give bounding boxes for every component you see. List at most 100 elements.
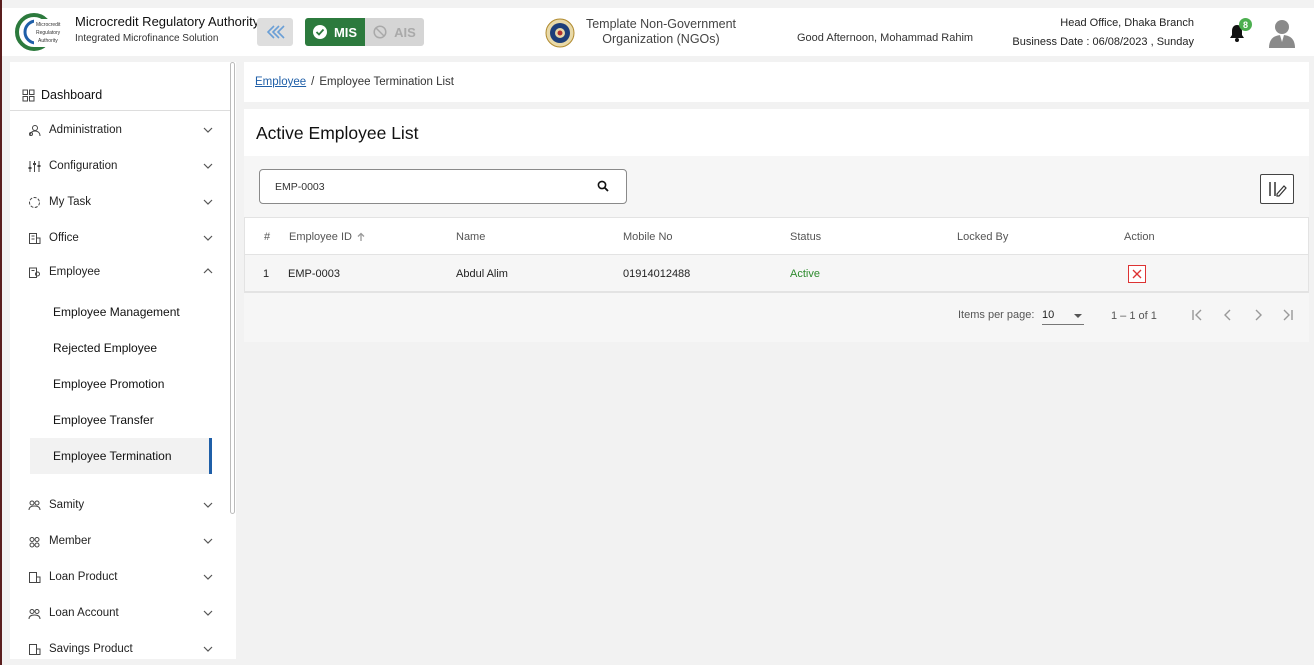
terminate-button[interactable]: [1128, 264, 1146, 283]
cell-action: [1128, 255, 1146, 292]
breadcrumb-link-employee[interactable]: Employee: [255, 76, 306, 88]
breadcrumb: Employee / Employee Termination List: [244, 62, 1309, 102]
sidebar-item-label: Office: [49, 232, 79, 244]
loan-product-icon: [29, 571, 41, 583]
sidebar-item-label: Employee: [49, 266, 101, 278]
sidebar-item-savings-product[interactable]: Savings Product: [10, 631, 220, 659]
sidebar-subitem-employee-termination[interactable]: Employee Termination: [30, 438, 212, 474]
employee-list-panel: # Employee ID Name Mobile No Status Lock…: [244, 156, 1309, 342]
chevron-down-icon: [203, 574, 213, 580]
office-icon: [29, 232, 41, 244]
ais-toggle-button[interactable]: AIS: [365, 18, 424, 46]
collapse-sidebar-button[interactable]: [257, 18, 293, 46]
column-header-number: #: [264, 230, 271, 243]
sidebar-item-dashboard[interactable]: Dashboard: [10, 80, 230, 111]
sidebar-item-label: Member: [49, 535, 92, 547]
sidebar-item-label: Administration: [49, 124, 122, 136]
brand-block: Microcredit Regulatory Authority Integra…: [75, 14, 259, 44]
sidebar-item-administration[interactable]: Administration: [10, 112, 220, 148]
breadcrumb-separator: /: [311, 76, 315, 88]
next-page-icon[interactable]: [1251, 306, 1265, 324]
page-range-label: 1 – 1 of 1: [1111, 310, 1157, 322]
sidebar-item-configuration[interactable]: Configuration: [10, 148, 220, 184]
sidebar-scrollbar[interactable]: [230, 62, 235, 514]
sidebar-item-label: Loan Product: [49, 571, 118, 583]
sidebar-subitem-employee-management[interactable]: Employee Management: [30, 294, 212, 330]
member-icon: [29, 536, 40, 547]
search-field[interactable]: [259, 169, 627, 204]
check-circle-icon: [312, 25, 327, 39]
sliders-icon: [28, 160, 41, 172]
column-header-action: Action: [1124, 230, 1155, 243]
chevron-down-icon: [203, 235, 213, 241]
sidebar-item-label: Configuration: [49, 160, 118, 172]
svg-text:Authority: Authority: [38, 38, 58, 44]
brand-subtitle: Integrated Microfinance Solution: [75, 33, 219, 44]
notification-count-badge: 8: [1239, 18, 1252, 31]
samity-icon: [28, 500, 41, 510]
double-chevron-left-icon: [266, 25, 285, 39]
user-greeting: Good Afternoon, Mohammad Rahim: [797, 32, 974, 44]
page-title: Active Employee List: [244, 109, 1309, 156]
column-header-employee-id[interactable]: Employee ID: [289, 218, 365, 255]
column-settings-button[interactable]: [1260, 174, 1294, 204]
sidebar-item-label: Savings Product: [49, 643, 133, 655]
sidebar-item-loan-product[interactable]: Loan Product: [10, 559, 220, 595]
sidebar-item-my-task[interactable]: My Task: [10, 184, 220, 220]
mra-logo: Microcredit Regulatory Authority: [14, 11, 70, 53]
employee-icon: [29, 267, 40, 278]
employee-table: # Employee ID Name Mobile No Status Lock…: [244, 217, 1309, 293]
mis-toggle-button[interactable]: MIS: [305, 18, 365, 46]
grid-icon: [22, 89, 35, 101]
sidebar-subitem-rejected-employee[interactable]: Rejected Employee: [30, 330, 212, 366]
sidebar: Dashboard Administration Configuration M…: [10, 62, 236, 659]
business-date: Business Date : 06/08/2023 , Sunday: [1012, 36, 1194, 48]
chevron-down-icon: [203, 538, 213, 544]
organization-name: Template Non-Government Organization (NG…: [585, 17, 737, 46]
sidebar-subitem-employee-transfer[interactable]: Employee Transfer: [30, 402, 212, 438]
svg-text:Microcredit: Microcredit: [36, 22, 61, 28]
savings-product-icon: [29, 643, 41, 655]
sidebar-item-samity[interactable]: Samity: [10, 487, 220, 523]
items-per-page-value: 10: [1042, 309, 1055, 321]
sort-arrow-up-icon: [357, 232, 365, 241]
breadcrumb-current: Employee Termination List: [319, 76, 455, 88]
column-header-status: Status: [790, 230, 822, 243]
previous-page-icon[interactable]: [1221, 306, 1235, 324]
column-header-name: Name: [456, 230, 486, 243]
search-input[interactable]: [275, 180, 575, 193]
government-seal-icon: [545, 18, 575, 48]
top-header: Microcredit Regulatory Authority Microcr…: [2, 8, 1314, 56]
sidebar-subitem-employee-promotion[interactable]: Employee Promotion: [30, 366, 212, 402]
sidebar-item-label: Dashboard: [41, 88, 103, 102]
brand-title: Microcredit Regulatory Authority: [75, 14, 260, 29]
cell-status: Active: [790, 267, 820, 280]
last-page-icon[interactable]: [1281, 306, 1295, 324]
table-header-row: # Employee ID Name Mobile No Status Lock…: [245, 218, 1308, 255]
first-page-icon[interactable]: [1190, 306, 1204, 324]
chevron-down-icon: [203, 199, 213, 205]
column-header-locked-by: Locked By: [957, 230, 1009, 243]
chevron-up-icon: [203, 268, 213, 274]
sidebar-item-office[interactable]: Office: [10, 220, 220, 256]
cell-name: Abdul Alim: [456, 267, 508, 280]
items-per-page-label: Items per page:: [958, 309, 1035, 321]
loan-account-icon: [28, 608, 41, 619]
sidebar-item-label: Samity: [49, 499, 85, 511]
close-icon: [1132, 269, 1142, 278]
cell-number: 1: [263, 267, 270, 280]
svg-text:Regulatory: Regulatory: [36, 30, 61, 36]
user-avatar-icon[interactable]: [1268, 18, 1296, 48]
admin-icon: [29, 124, 41, 136]
branch-info: Head Office, Dhaka Branch Business Date …: [1012, 14, 1194, 52]
ban-icon: [373, 25, 387, 39]
mis-label: MIS: [333, 24, 358, 40]
search-icon[interactable]: [597, 180, 609, 192]
sidebar-item-loan-account[interactable]: Loan Account: [10, 595, 220, 631]
sidebar-item-member[interactable]: Member: [10, 523, 220, 559]
chevron-down-icon: [203, 610, 213, 616]
table-row: 1 EMP-0003 Abdul Alim 01914012488 Active: [245, 255, 1308, 292]
sidebar-item-label: My Task: [49, 196, 91, 208]
sidebar-item-employee[interactable]: Employee: [10, 254, 220, 290]
column-edit-icon: [1269, 182, 1287, 197]
